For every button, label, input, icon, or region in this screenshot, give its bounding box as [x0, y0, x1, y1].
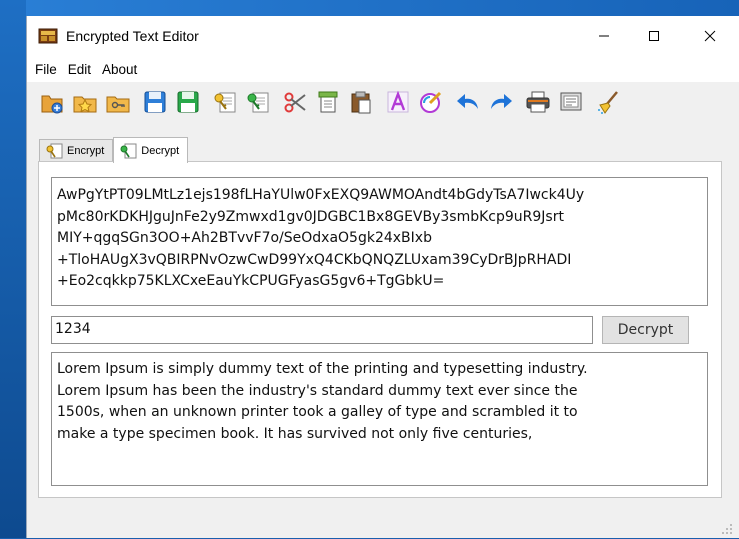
key-doc-green-icon[interactable]	[245, 89, 271, 115]
redo-icon[interactable]	[488, 89, 514, 115]
decrypt-panel: AwPgYtPT09LMtLz1ejs198fLHaYUlw0FxEXQ9AWM…	[38, 161, 722, 498]
paste-icon[interactable]	[348, 89, 374, 115]
decrypt-button[interactable]: Decrypt	[602, 316, 689, 344]
save-icon[interactable]	[142, 89, 168, 115]
maximize-icon	[649, 31, 659, 41]
key-doc-icon	[45, 143, 63, 159]
tab-decrypt-label: Decrypt	[141, 144, 180, 157]
copy-icon[interactable]	[315, 89, 341, 115]
ciphertext-area[interactable]: AwPgYtPT09LMtLz1ejs198fLHaYUlw0FxEXQ9AWM…	[51, 177, 708, 306]
save-as-icon[interactable]	[175, 89, 201, 115]
menu-bar: File Edit About	[27, 56, 739, 82]
desktop-background-left	[0, 0, 26, 538]
maximize-button[interactable]	[631, 16, 677, 56]
print-icon[interactable]	[525, 89, 551, 115]
menu-about[interactable]: About	[102, 62, 137, 77]
menu-file[interactable]: File	[35, 62, 57, 77]
cut-icon[interactable]	[282, 89, 308, 115]
new-icon[interactable]	[39, 89, 65, 115]
app-window: Encrypted Text Editor File Edit About En…	[26, 16, 739, 538]
key-doc-green-icon	[119, 143, 137, 159]
tab-decrypt[interactable]: Decrypt	[113, 137, 189, 163]
clear-icon[interactable]	[595, 89, 621, 115]
undo-icon[interactable]	[455, 89, 481, 115]
close-button[interactable]	[687, 16, 733, 56]
app-icon	[38, 27, 58, 45]
resize-grip-icon[interactable]	[721, 520, 733, 534]
password-input[interactable]: 1234	[51, 316, 593, 344]
title-bar[interactable]: Encrypted Text Editor	[27, 16, 739, 56]
minimize-button[interactable]	[581, 16, 627, 56]
color-icon[interactable]	[418, 89, 444, 115]
close-icon	[704, 30, 716, 42]
toolbar	[27, 82, 739, 122]
tab-encrypt-label: Encrypt	[67, 145, 105, 157]
window-title: Encrypted Text Editor	[66, 28, 199, 44]
key-doc-icon[interactable]	[212, 89, 238, 115]
menu-edit[interactable]: Edit	[68, 62, 91, 77]
tab-encrypt[interactable]: Encrypt	[39, 139, 114, 162]
tab-bar: Encrypt Decrypt	[39, 137, 189, 163]
minimize-icon	[599, 35, 609, 37]
open-favorite-icon[interactable]	[72, 89, 98, 115]
open-key-icon[interactable]	[105, 89, 131, 115]
font-icon[interactable]	[385, 89, 411, 115]
print-preview-icon[interactable]	[558, 89, 584, 115]
plaintext-area[interactable]: Lorem Ipsum is simply dummy text of the …	[51, 352, 708, 486]
